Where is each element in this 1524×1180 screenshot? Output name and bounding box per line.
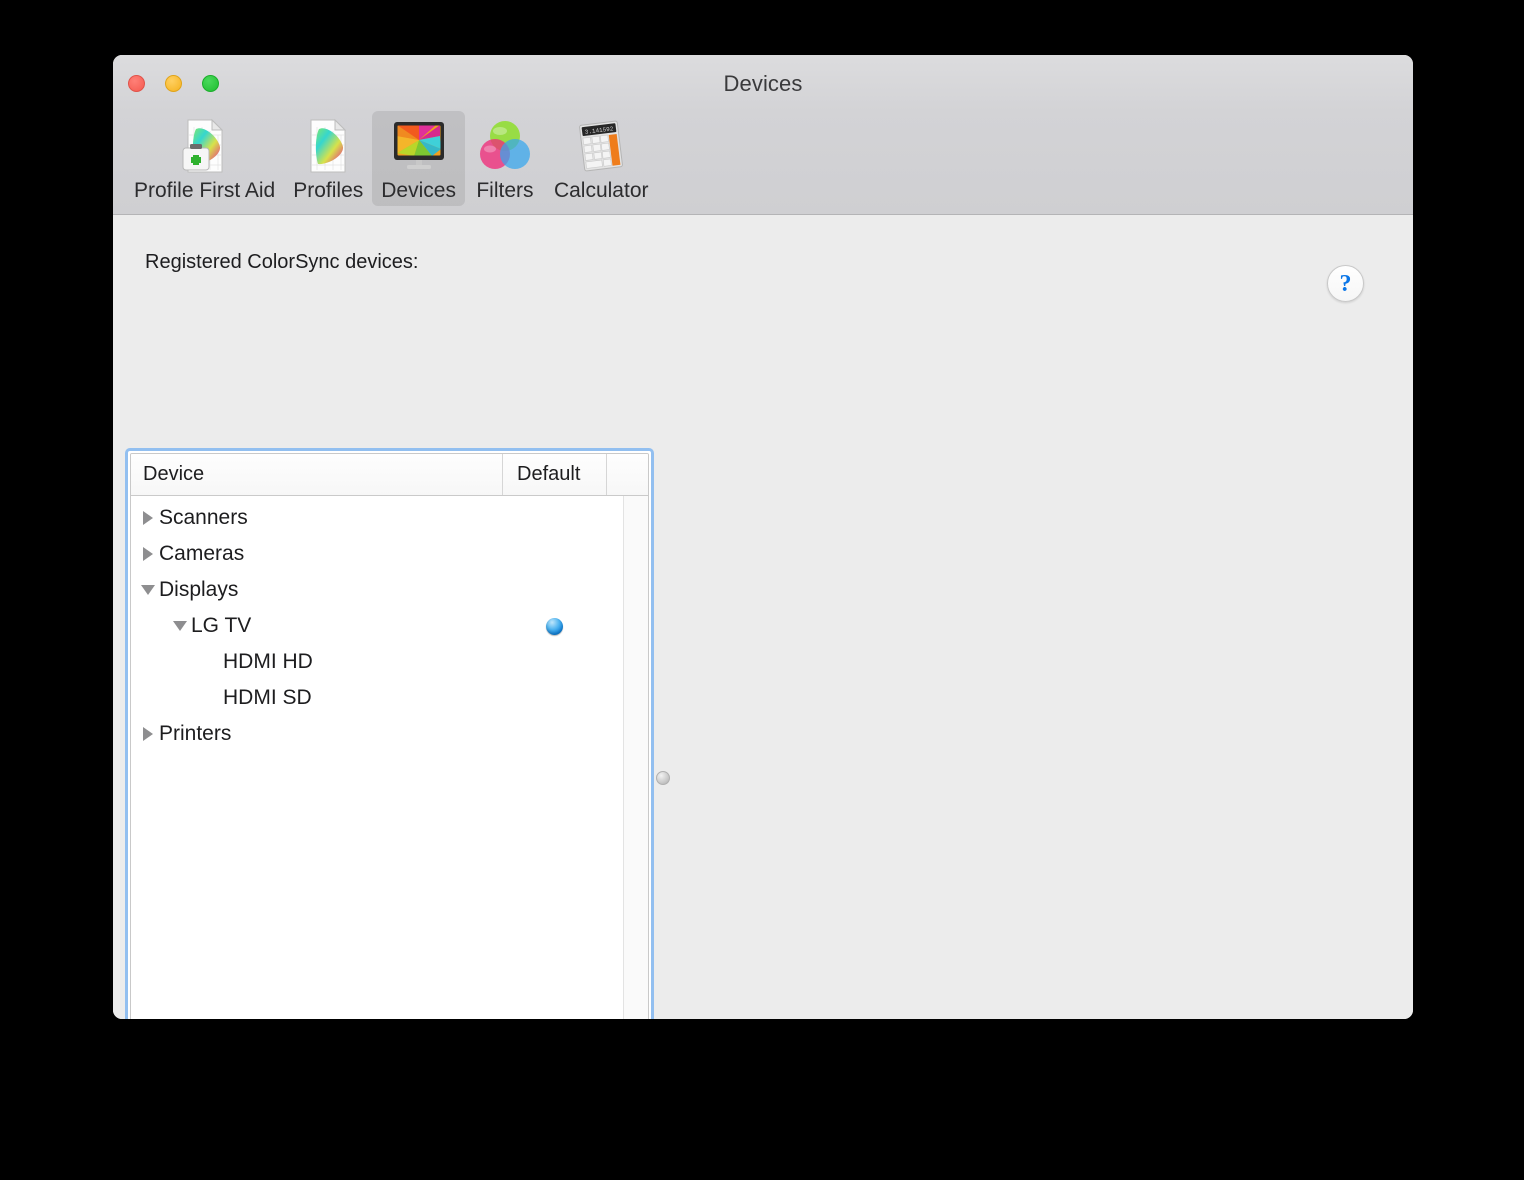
- devices-icon: [388, 115, 450, 177]
- chevron-right-icon[interactable]: [137, 500, 159, 536]
- window-title: Devices: [723, 71, 803, 96]
- chevron-down-icon[interactable]: [169, 608, 191, 644]
- chevron-right-icon[interactable]: [137, 716, 159, 752]
- tree-row-cameras[interactable]: Cameras: [131, 536, 623, 572]
- vertical-scrollbar[interactable]: [623, 496, 648, 1019]
- filters-icon: [474, 115, 536, 177]
- tree-row-label: Displays: [159, 578, 239, 601]
- tree-row-printers[interactable]: Printers: [131, 716, 623, 752]
- toolbar-item-filters[interactable]: Filters: [465, 111, 545, 206]
- tree-row-label: Scanners: [159, 506, 248, 529]
- toolbar: Profile First Aid Profiles Devices Filte…: [113, 111, 1413, 215]
- tree-row-label: LG TV: [191, 614, 252, 637]
- screen: Devices Profile First Aid Profiles Devic…: [0, 0, 1524, 1180]
- tree-column-headers: Device Default: [131, 454, 648, 496]
- default-device-cell[interactable]: [539, 608, 569, 644]
- tree-row-label: Cameras: [159, 542, 245, 565]
- toolbar-item-devices[interactable]: Devices: [372, 111, 465, 206]
- toolbar-item-profile-first-aid[interactable]: Profile First Aid: [125, 111, 284, 206]
- split-view-handle[interactable]: [656, 771, 670, 785]
- content-area: Registered ColorSync devices: ? Device D…: [113, 215, 1413, 1019]
- profiles-icon: [297, 115, 359, 177]
- calculator-icon: 3.141592: [570, 115, 632, 177]
- tree-row-label: HDMI HD: [223, 650, 313, 673]
- tree-row-hdmi-sd[interactable]: HDMI SD: [131, 680, 623, 716]
- devices-tree: Device Default Scanners Cameras Displays…: [130, 453, 649, 1019]
- default-indicator-icon: [545, 617, 563, 635]
- devices-tree-panel[interactable]: Device Default Scanners Cameras Displays…: [125, 448, 654, 1019]
- tree-body: Scanners Cameras Displays LG TV HDMI HD …: [131, 496, 648, 1019]
- chevron-down-icon[interactable]: [137, 572, 159, 608]
- toolbar-item-profiles[interactable]: Profiles: [284, 111, 372, 206]
- colorsync-utility-window: Devices Profile First Aid Profiles Devic…: [113, 55, 1413, 1019]
- tree-row-label: HDMI SD: [223, 686, 312, 709]
- toolbar-item-label: Calculator: [553, 179, 649, 202]
- help-button[interactable]: ?: [1327, 265, 1364, 302]
- tree-row-displays[interactable]: Displays: [131, 572, 623, 608]
- tree-row-lg-tv[interactable]: LG TV: [131, 608, 623, 644]
- column-header-default[interactable]: Default: [503, 454, 607, 495]
- toolbar-item-label: Devices: [381, 179, 456, 202]
- tree-row-hdmi-hd[interactable]: HDMI HD: [131, 644, 623, 680]
- profile-first-aid-icon: [174, 115, 236, 177]
- window-titlebar: Devices: [113, 55, 1413, 111]
- tree-rows: Scanners Cameras Displays LG TV HDMI HD …: [131, 496, 623, 1019]
- tree-row-label: Printers: [159, 722, 232, 745]
- help-icon: ?: [1339, 270, 1352, 297]
- toolbar-item-calculator[interactable]: 3.141592 Calculator: [545, 111, 658, 206]
- column-header-extra[interactable]: [607, 454, 648, 495]
- registered-devices-label: Registered ColorSync devices:: [145, 251, 419, 273]
- toolbar-item-label: Profiles: [293, 179, 364, 202]
- toolbar-item-label: Profile First Aid: [134, 179, 276, 202]
- chevron-right-icon[interactable]: [137, 536, 159, 572]
- column-header-device[interactable]: Device: [131, 454, 503, 495]
- tree-row-scanners[interactable]: Scanners: [131, 500, 623, 536]
- toolbar-item-label: Filters: [476, 179, 534, 202]
